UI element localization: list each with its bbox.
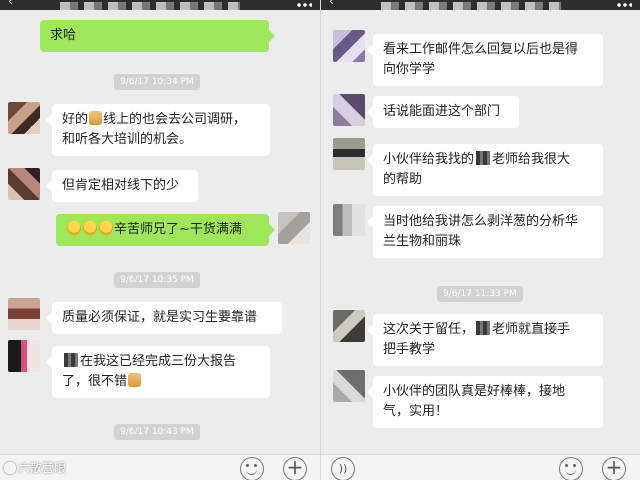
message-bubble-incoming[interactable]: 小伙伴的团队真是好棒棒，接地 气，实用！ bbox=[367, 376, 603, 428]
redaction-icon bbox=[64, 353, 78, 367]
message-bubble-incoming[interactable]: 质量必须保证，就是实习生要靠谱 bbox=[46, 302, 282, 334]
message-text-line: 气，实用！ bbox=[383, 404, 449, 419]
left-chat-panel: ‹ 求哈 9/6/17 10:34 PM 好的 线上的也会去公司调研， 和听各大培… bbox=[0, 0, 320, 480]
message-bubble-incoming[interactable]: 小伙伴给我找的 老师给我很大 的帮助 bbox=[367, 144, 603, 196]
message-text-line: 的帮助 bbox=[383, 172, 423, 187]
message-text: 话说能面进这个部门 bbox=[383, 104, 501, 119]
watermark: 六散营眼 bbox=[4, 459, 66, 476]
message-text-line: 把手教学 bbox=[383, 342, 436, 357]
message-text: 求哈 bbox=[50, 28, 77, 43]
thumbs-up-emoji-icon bbox=[128, 373, 142, 387]
chat-title-blurred bbox=[60, 2, 240, 10]
timestamp: 9/6/17 10:35 PM bbox=[114, 272, 200, 288]
timestamp: 9/6/17 10:43 PM bbox=[114, 424, 200, 440]
avatar[interactable] bbox=[333, 94, 365, 126]
plus-icon[interactable]: + bbox=[283, 457, 307, 480]
message-text: 辛苦师兄了~干货满满 bbox=[114, 222, 242, 237]
message-bubble-outgoing[interactable]: 辛苦师兄了~干货满满 bbox=[56, 214, 275, 246]
message-bubble-incoming[interactable]: 看来工作邮件怎么回复以后也是得 向你学学 bbox=[367, 34, 603, 86]
plus-icon[interactable]: + bbox=[602, 457, 626, 480]
timestamp: 9/6/17 10:34 PM bbox=[114, 74, 200, 90]
message-bubble-incoming[interactable]: 话说能面进这个部门 bbox=[367, 96, 519, 128]
message-bubble-incoming[interactable]: 但肯定相对线下的少 bbox=[46, 170, 198, 202]
ok-hand-emoji-icon bbox=[89, 111, 103, 125]
avatar[interactable] bbox=[8, 102, 40, 134]
message-bubble-incoming[interactable]: 在我这已经完成三份大报告 了，很不错 bbox=[46, 346, 270, 398]
back-icon[interactable]: ‹ bbox=[329, 0, 334, 8]
avatar[interactable] bbox=[8, 340, 40, 372]
message-text-line: 这次关于留任， 老师就直接手 bbox=[383, 321, 571, 337]
message-text-line: 小伙伴的团队真是好棒棒，接地 bbox=[383, 384, 566, 399]
avatar[interactable] bbox=[333, 310, 365, 342]
voice-icon[interactable]: )) bbox=[331, 457, 355, 480]
message-text-line: 在我这已经完成三份大报告 bbox=[62, 352, 260, 372]
emoji-icon[interactable] bbox=[240, 457, 264, 480]
avatar[interactable] bbox=[333, 370, 365, 402]
back-icon[interactable]: ‹ bbox=[8, 0, 13, 8]
message-bubble-incoming[interactable]: 当时他给我讲怎么剥洋葱的分析华 兰生物和丽珠 bbox=[367, 206, 603, 258]
grin-emoji-icon bbox=[67, 221, 81, 235]
grin-emoji-icon bbox=[83, 221, 97, 235]
message-text-line: 向你学学 bbox=[383, 62, 436, 77]
message-text-line: 好的 线上的也会去公司调研， bbox=[62, 111, 247, 127]
avatar[interactable] bbox=[333, 138, 365, 170]
message-bubble-outgoing[interactable]: 求哈 bbox=[40, 20, 275, 52]
message-bubble-incoming[interactable]: 好的 线上的也会去公司调研， 和听各大培训的机会。 bbox=[46, 104, 270, 156]
watermark-text: 六散营眼 bbox=[18, 461, 67, 475]
redaction-icon bbox=[476, 151, 491, 165]
message-bubble-incoming[interactable]: 这次关于留任， 老师就直接手 把手教学 bbox=[367, 314, 603, 366]
more-icon[interactable] bbox=[296, 2, 312, 8]
more-icon[interactable] bbox=[616, 2, 632, 8]
right-top-bar: ‹ bbox=[321, 0, 640, 10]
avatar[interactable] bbox=[333, 30, 365, 62]
message-text-line: 小伙伴给我找的 老师给我很大 bbox=[383, 151, 571, 167]
avatar[interactable] bbox=[278, 212, 310, 244]
chat-title-blurred bbox=[381, 2, 561, 10]
avatar[interactable] bbox=[8, 298, 40, 330]
avatar[interactable] bbox=[8, 168, 40, 200]
right-chat-panel: ‹ 看来工作邮件怎么回复以后也是得 向你学学 话说能面进这个部门 小伙伴给我找的… bbox=[320, 0, 640, 480]
message-text: 质量必须保证，就是实习生要靠谱 bbox=[62, 310, 258, 325]
right-input-bar: )) + bbox=[321, 454, 640, 480]
watermark-logo-icon bbox=[4, 461, 16, 474]
timestamp: 9/6/17 11:33 PM bbox=[437, 286, 523, 302]
redaction-icon bbox=[476, 321, 491, 335]
message-text-line: 和听各大培训的机会。 bbox=[62, 132, 193, 147]
left-top-bar: ‹ bbox=[0, 0, 320, 10]
message-text-line: 了，很不错 bbox=[62, 372, 260, 392]
message-text: 但肯定相对线下的少 bbox=[62, 178, 180, 193]
message-text-line: 看来工作邮件怎么回复以后也是得 bbox=[383, 42, 579, 57]
grin-emoji-icon bbox=[99, 221, 113, 235]
avatar[interactable] bbox=[333, 204, 365, 236]
message-text-line: 兰生物和丽珠 bbox=[383, 234, 462, 249]
message-text-line: 当时他给我讲怎么剥洋葱的分析华 bbox=[383, 214, 579, 229]
emoji-icon[interactable] bbox=[559, 457, 583, 480]
